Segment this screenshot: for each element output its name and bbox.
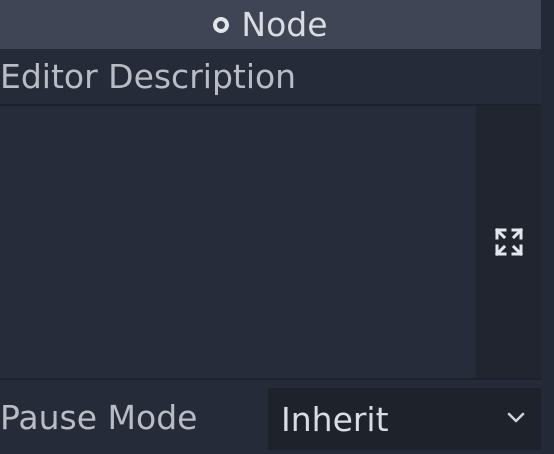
expand-textarea-button[interactable] bbox=[476, 106, 541, 378]
chevron-down-icon bbox=[507, 412, 525, 423]
pause-mode-label: Pause Mode bbox=[0, 397, 198, 437]
pause-mode-row: Pause Mode Inherit bbox=[0, 380, 541, 454]
inspector-panel: Node Editor Description Pause Mode Inher… bbox=[0, 0, 554, 454]
node-circle-icon bbox=[213, 16, 230, 33]
section-title: Node bbox=[241, 5, 328, 44]
section-header-node[interactable]: Node bbox=[0, 0, 541, 49]
expand-icon bbox=[494, 227, 523, 257]
editor-description-textarea[interactable] bbox=[0, 106, 476, 378]
editor-description-row: Editor Description bbox=[0, 49, 541, 104]
pause-mode-value: Inherit bbox=[281, 399, 389, 439]
pause-mode-select[interactable]: Inherit bbox=[268, 388, 541, 450]
scroll-gutter bbox=[541, 0, 554, 454]
editor-description-label: Editor Description bbox=[0, 57, 297, 96]
